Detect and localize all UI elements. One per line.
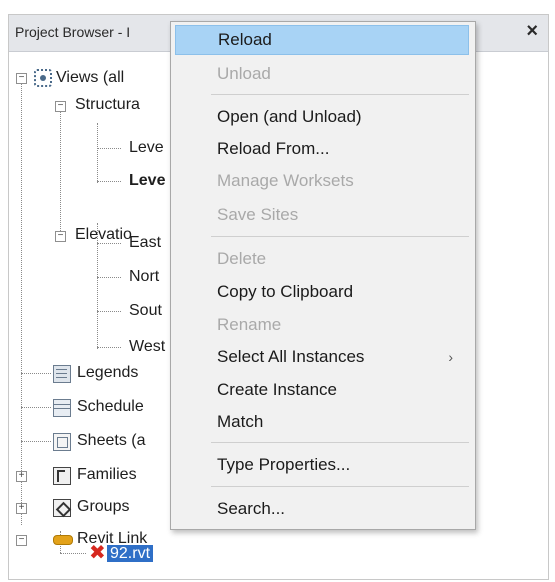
tree-connector-views: [60, 101, 61, 231]
tree-item-structural[interactable]: Structura: [75, 93, 140, 117]
tree-item-elevations[interactable]: Elevatio: [75, 223, 132, 247]
menu-item-type-properties[interactable]: Type Properties...: [175, 450, 469, 480]
context-menu: Reload Unload Open (and Unload) Reload F…: [170, 21, 476, 530]
menu-separator: [211, 486, 469, 487]
tree-branch: [60, 553, 86, 554]
menu-item-select-all-instances[interactable]: Select All Instances ›: [175, 342, 469, 372]
tree-item-legends[interactable]: Legends: [77, 361, 138, 385]
menu-item-delete: Delete: [217, 249, 267, 268]
family-icon: [53, 467, 71, 485]
collapse-icon[interactable]: −: [16, 73, 27, 84]
close-icon[interactable]: ×: [526, 20, 538, 43]
tree-item-south[interactable]: Sout: [129, 299, 162, 323]
tree-branch: [97, 181, 121, 182]
menu-item-reload[interactable]: Reload: [175, 25, 469, 55]
collapse-icon[interactable]: −: [55, 231, 66, 242]
schedule-icon: [53, 399, 71, 417]
selected-link-label: 92.rvt: [107, 545, 154, 562]
select-all-instances-label: Select All Instances: [217, 347, 365, 366]
tree-branch: [97, 148, 121, 149]
menu-separator: [211, 236, 469, 237]
menu-item-open-and-unload[interactable]: Open (and Unload): [175, 102, 469, 132]
submenu-arrow-icon: ›: [448, 349, 453, 365]
menu-item-manage-worksets: Manage Worksets: [217, 171, 354, 190]
tree-item-groups[interactable]: Groups: [77, 495, 129, 519]
tree-item-east[interactable]: East: [129, 231, 161, 255]
sheet-icon: [53, 433, 71, 451]
tree-connector-structural: [97, 123, 98, 183]
menu-item-match[interactable]: Match: [175, 407, 469, 437]
link-icon: [53, 535, 73, 545]
tree-item-views[interactable]: Views (all: [56, 66, 124, 90]
views-icon: [34, 69, 52, 87]
menu-item-unload: Unload: [217, 64, 271, 83]
menu-separator: [211, 94, 469, 95]
tree-branch: [21, 407, 51, 408]
tree-branch: [21, 441, 51, 442]
menu-item-copy-to-clipboard[interactable]: Copy to Clipboard: [175, 277, 469, 307]
menu-item-create-instance[interactable]: Create Instance: [175, 375, 469, 405]
collapse-icon[interactable]: −: [55, 101, 66, 112]
tree-item-schedules[interactable]: Schedule: [77, 395, 144, 419]
tree-item-sheets[interactable]: Sheets (a: [77, 429, 145, 453]
tree-connector-root: [21, 79, 22, 525]
tree-item-selected-link[interactable]: 92.rvt: [107, 541, 154, 565]
collapse-icon[interactable]: −: [16, 535, 27, 546]
tree-item-level-2[interactable]: Leve: [129, 169, 165, 193]
menu-item-save-sites: Save Sites: [217, 205, 299, 224]
error-x-icon: ✖: [89, 542, 106, 564]
tree-item-west[interactable]: West: [129, 335, 165, 359]
tree-branch: [97, 311, 121, 312]
expand-icon[interactable]: +: [16, 471, 27, 482]
tree-item-level-1[interactable]: Leve: [129, 136, 164, 160]
tree-branch: [97, 277, 121, 278]
menu-separator: [211, 442, 469, 443]
legend-icon: [53, 365, 71, 383]
expand-icon[interactable]: +: [16, 503, 27, 514]
tree-branch: [21, 373, 51, 374]
tree-branch: [97, 347, 121, 348]
group-icon: [53, 499, 71, 517]
tree-item-north[interactable]: Nort: [129, 265, 159, 289]
menu-item-rename: Rename: [217, 315, 282, 334]
menu-item-search[interactable]: Search...: [175, 494, 469, 524]
tree-item-families[interactable]: Families: [77, 463, 137, 487]
panel-title: Project Browser - I: [15, 24, 131, 40]
menu-item-reload-from[interactable]: Reload From...: [175, 134, 469, 164]
